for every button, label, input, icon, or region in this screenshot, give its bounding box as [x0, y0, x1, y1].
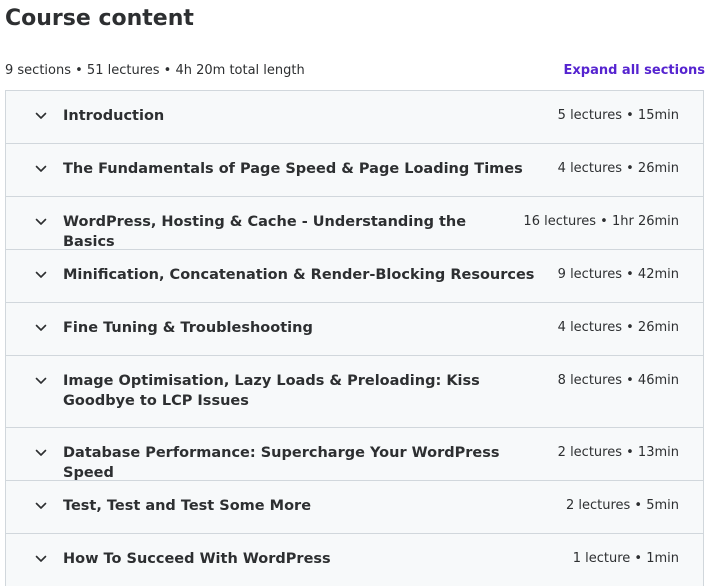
section-meta: 4 lectures • 26min — [557, 320, 679, 335]
page-title: Course content — [5, 6, 194, 31]
expand-all-sections-button[interactable]: Expand all sections — [564, 63, 705, 78]
section-header-image-optimisation[interactable]: Image Optimisation, Lazy Loads & Preload… — [6, 356, 703, 428]
section-header-introduction[interactable]: Introduction 5 lectures • 15min — [6, 91, 703, 144]
section-header-database-performance[interactable]: Database Performance: Supercharge Your W… — [6, 428, 703, 481]
section-title: Image Optimisation, Lazy Loads & Preload… — [63, 373, 480, 409]
section-header-minification[interactable]: Minification, Concatenation & Render-Blo… — [6, 250, 703, 303]
chevron-down-icon — [34, 106, 48, 126]
section-list: Introduction 5 lectures • 15min The Fund… — [5, 90, 704, 586]
section-meta: 8 lectures • 46min — [557, 373, 679, 388]
chevron-down-icon — [34, 159, 48, 179]
chevron-down-icon — [34, 318, 48, 338]
chevron-down-icon — [34, 443, 48, 463]
section-header-fine-tuning[interactable]: Fine Tuning & Troubleshooting 4 lectures… — [6, 303, 703, 356]
section-header-hosting-cache[interactable]: WordPress, Hosting & Cache - Understandi… — [6, 197, 703, 250]
section-title: How To Succeed With WordPress — [63, 551, 331, 567]
chevron-down-icon — [34, 496, 48, 516]
section-title: Database Performance: Supercharge Your W… — [63, 445, 500, 481]
section-title: Introduction — [63, 108, 165, 124]
section-meta: 2 lectures • 13min — [557, 445, 679, 460]
section-header-succeed[interactable]: How To Succeed With WordPress 1 lecture … — [6, 534, 703, 586]
section-meta: 4 lectures • 26min — [557, 161, 679, 176]
chevron-down-icon — [34, 265, 48, 285]
section-meta: 9 lectures • 42min — [557, 267, 679, 282]
section-meta: 5 lectures • 15min — [557, 108, 679, 123]
course-summary: 9 sections • 51 lectures • 4h 20m total … — [5, 62, 305, 78]
section-header-fundamentals[interactable]: The Fundamentals of Page Speed & Page Lo… — [6, 144, 703, 197]
section-title: Minification, Concatenation & Render-Blo… — [63, 267, 535, 283]
section-meta: 1 lecture • 1min — [572, 551, 679, 566]
chevron-down-icon — [34, 549, 48, 569]
section-meta: 2 lectures • 5min — [565, 498, 679, 513]
course-content-panel: Course content 9 sections • 51 lectures … — [0, 0, 705, 586]
section-meta: 16 lectures • 1hr 26min — [523, 214, 679, 229]
section-title: Fine Tuning & Troubleshooting — [63, 320, 313, 336]
section-title: WordPress, Hosting & Cache - Understandi… — [63, 214, 467, 250]
section-header-testing[interactable]: Test, Test and Test Some More 2 lectures… — [6, 481, 703, 534]
chevron-down-icon — [34, 371, 48, 391]
section-title: The Fundamentals of Page Speed & Page Lo… — [63, 161, 523, 177]
course-summary-row: 9 sections • 51 lectures • 4h 20m total … — [5, 60, 705, 80]
chevron-down-icon — [34, 212, 48, 232]
section-title: Test, Test and Test Some More — [63, 498, 312, 514]
